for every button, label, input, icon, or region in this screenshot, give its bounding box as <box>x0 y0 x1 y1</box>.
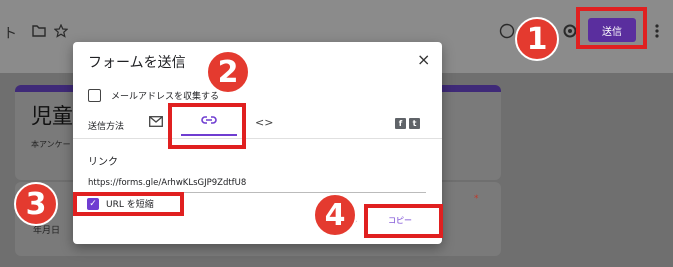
toolbar-title-fragment: ト <box>3 26 17 42</box>
send-method-label: 送信方法 <box>88 122 125 132</box>
collect-email-label: メールアドレスを収集する <box>111 92 220 102</box>
highlight-box-link-tab <box>168 103 246 149</box>
tabs-divider <box>73 138 442 139</box>
collect-email-row[interactable]: メールアドレスを収集する <box>88 89 219 102</box>
form-description: 本アンケー <box>31 140 71 149</box>
star-icon[interactable] <box>54 24 68 38</box>
required-mark: * <box>474 194 479 204</box>
step-number-2: 2 <box>206 50 250 94</box>
highlight-box-copy <box>364 204 443 238</box>
form-title: 児童 <box>31 104 73 128</box>
step-number-1: 1 <box>515 17 559 61</box>
facebook-icon[interactable]: f <box>395 118 406 129</box>
dialog-title: フォームを送信 <box>88 55 186 71</box>
highlight-box-send <box>576 7 647 49</box>
folder-icon[interactable] <box>32 25 46 37</box>
link-url-field[interactable]: https://forms.gle/ArhwKLsGJP9ZdtfU8 <box>88 178 246 188</box>
link-section-label: リンク <box>88 157 118 168</box>
step-number-4: 4 <box>313 193 357 237</box>
close-icon[interactable]: × <box>417 50 430 69</box>
palette-icon[interactable] <box>499 23 515 39</box>
twitter-icon[interactable]: t <box>409 118 420 129</box>
highlight-box-shorten-url <box>73 192 184 216</box>
embed-icon[interactable]: <> <box>255 116 273 129</box>
step-number-3: 3 <box>14 182 58 226</box>
more-vert-icon[interactable] <box>654 23 660 39</box>
collect-email-checkbox[interactable] <box>88 89 101 102</box>
email-icon[interactable] <box>149 116 163 127</box>
